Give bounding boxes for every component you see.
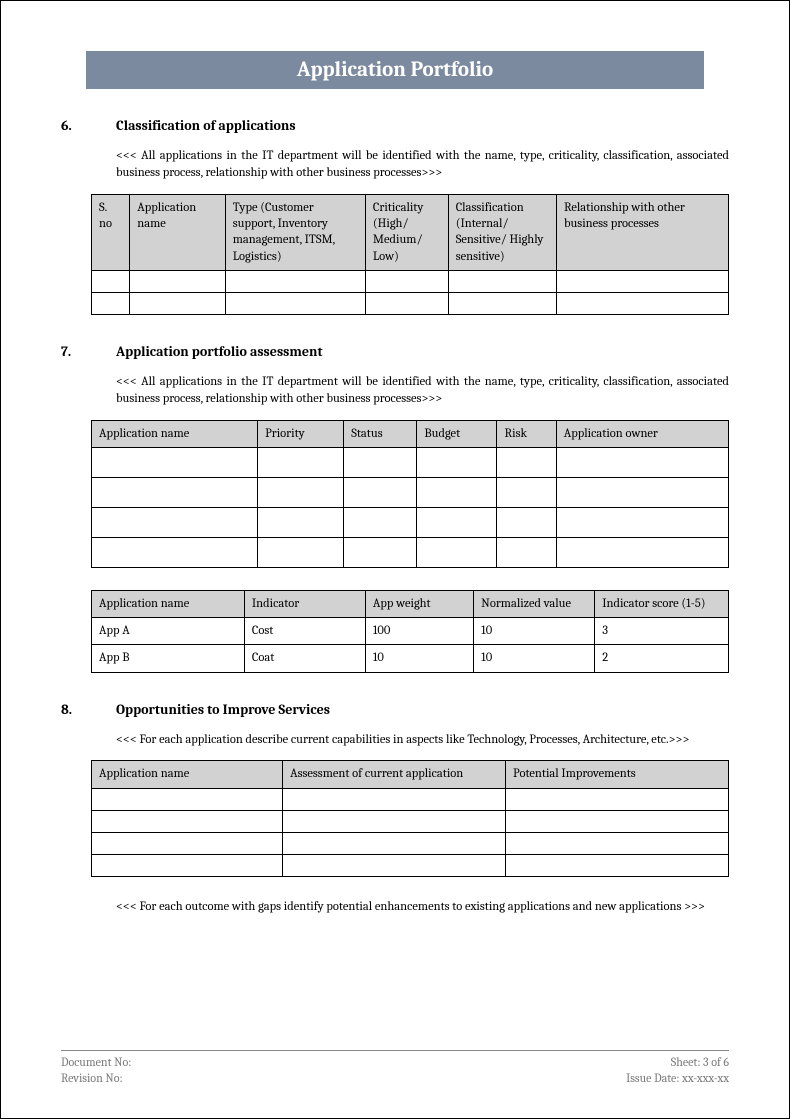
issue-date: Issue Date: xx-xxx-xx <box>626 1070 729 1086</box>
indicator-table: Application name Indicator App weight No… <box>91 590 729 673</box>
table-row <box>92 537 729 567</box>
table-cell: Cost <box>244 618 365 645</box>
classification-table: S. no Application name Type (Customer su… <box>91 194 729 315</box>
section-description: <<< For each application describe curren… <box>116 732 729 749</box>
table-row <box>92 270 729 292</box>
section-title: Classification of applications <box>116 117 296 134</box>
table-row: App B Coat 10 10 2 <box>92 645 729 672</box>
sheet-number: Sheet: 3 of 6 <box>671 1054 729 1070</box>
table-header: Relationship with other business process… <box>556 194 728 270</box>
table-cell: 10 <box>474 618 595 645</box>
table-cell: Coat <box>244 645 365 672</box>
table-header: Indicator <box>244 590 365 617</box>
table-row <box>92 477 729 507</box>
table-header: Risk <box>497 420 556 447</box>
section-title: Application portfolio assessment <box>116 343 323 360</box>
section-title: Opportunities to Improve Services <box>116 701 330 718</box>
table-header: Application owner <box>556 420 728 447</box>
table-row <box>92 292 729 314</box>
table-header: Status <box>344 420 417 447</box>
assessment-table: Application name Priority Status Budget … <box>91 420 729 568</box>
page-title: Application Portfolio <box>86 51 704 89</box>
revision-no: Revision No: <box>61 1070 123 1086</box>
table-cell: 10 <box>365 645 473 672</box>
table-header: Indicator score (1-5) <box>595 590 729 617</box>
table-header: S. no <box>92 194 130 270</box>
document-no: Document No: <box>61 1054 131 1070</box>
section-description: <<< All applications in the IT departmen… <box>116 374 729 408</box>
table-header: Application name <box>92 420 258 447</box>
table-header: Normalized value <box>474 590 595 617</box>
table-cell: App B <box>92 645 245 672</box>
section-6: 6. Classification of applications <<< Al… <box>61 117 729 315</box>
table-cell: 100 <box>365 618 473 645</box>
page-footer: Document No: Sheet: 3 of 6 Revision No: … <box>61 1050 729 1086</box>
section-number: 6. <box>61 117 116 134</box>
table-header: Budget <box>417 420 497 447</box>
table-header: App weight <box>365 590 473 617</box>
table-header: Application name <box>92 590 245 617</box>
table-header: Potential Improvements <box>506 761 729 788</box>
table-header: Assessment of current application <box>283 761 506 788</box>
table-row <box>92 810 729 832</box>
table-header: Priority <box>258 420 344 447</box>
table-header: Type (Customer support, Inventory manage… <box>225 194 365 270</box>
table-row: App A Cost 100 10 3 <box>92 618 729 645</box>
section-number: 7. <box>61 343 116 360</box>
section-note: <<< For each outcome with gaps identify … <box>116 899 729 916</box>
table-header: Application name <box>92 761 283 788</box>
table-cell: App A <box>92 618 245 645</box>
section-description: <<< All applications in the IT departmen… <box>116 148 729 182</box>
table-row <box>92 788 729 810</box>
table-row <box>92 507 729 537</box>
footer-divider <box>61 1050 729 1051</box>
section-7: 7. Application portfolio assessment <<< … <box>61 343 729 673</box>
opportunities-table: Application name Assessment of current a… <box>91 760 729 876</box>
table-cell: 2 <box>595 645 729 672</box>
table-row <box>92 832 729 854</box>
section-number: 8. <box>61 701 116 718</box>
table-row <box>92 447 729 477</box>
table-cell: 10 <box>474 645 595 672</box>
table-header: Criticality (High/ Medium/ Low) <box>365 194 448 270</box>
section-8: 8. Opportunities to Improve Services <<<… <box>61 701 729 916</box>
table-header: Application name <box>130 194 226 270</box>
table-cell: 3 <box>595 618 729 645</box>
table-row <box>92 854 729 876</box>
table-header: Classification (Internal/ Sensitive/ Hig… <box>448 194 556 270</box>
